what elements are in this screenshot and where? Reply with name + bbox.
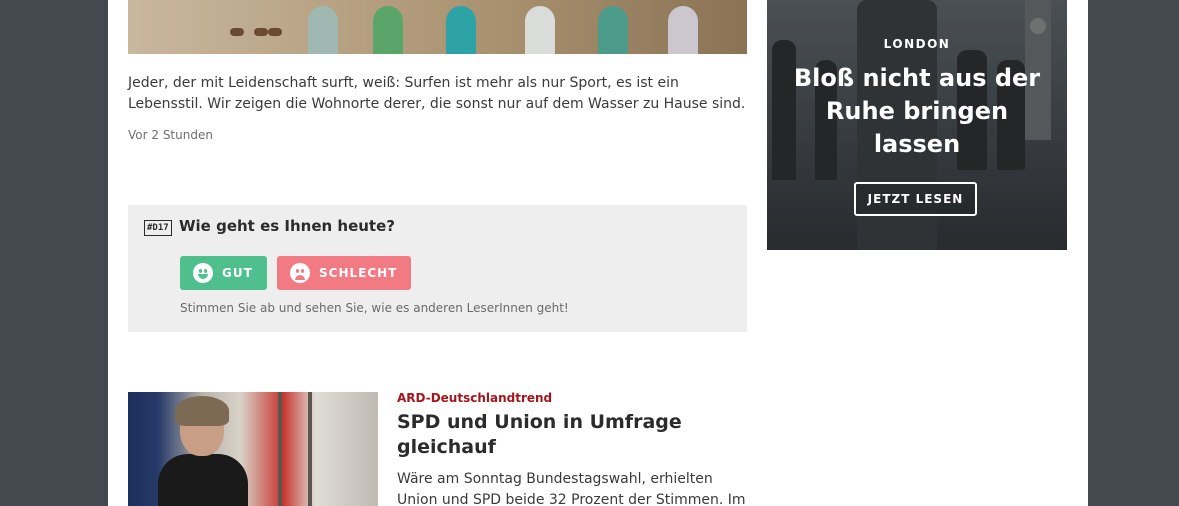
teaser-timestamp: Vor 2 Stunden xyxy=(128,128,213,142)
surfboard xyxy=(525,6,555,54)
poll-hint: Stimmen Sie ab und sehen Sie, wie es and… xyxy=(180,301,569,315)
foot-shape xyxy=(268,28,282,36)
article-headline[interactable]: SPD und Union in Umfrage gleichauf xyxy=(397,410,697,460)
person-silhouette xyxy=(158,454,248,506)
flag-pole xyxy=(278,392,282,506)
surfboards-image[interactable] xyxy=(128,0,747,54)
surfboard xyxy=(598,6,628,54)
vote-bad-button[interactable]: SCHLECHT xyxy=(277,256,411,290)
content-page: Jeder, der mit Leidenschaft surft, weiß:… xyxy=(108,0,1088,506)
vote-good-label: GUT xyxy=(222,266,253,280)
flag-pole xyxy=(308,392,312,506)
vote-good-button[interactable]: GUT xyxy=(180,256,267,290)
sad-face-icon xyxy=(290,263,310,283)
promo-location: LONDON xyxy=(883,37,951,51)
vote-bad-label: SCHLECHT xyxy=(319,266,398,280)
teaser-text: Jeder, der mit Leidenschaft surft, weiß:… xyxy=(128,75,746,112)
mood-poll: #D17 Wie geht es Ihnen heute? GUT SCHLEC… xyxy=(128,205,747,332)
surfboard xyxy=(668,6,698,54)
promo-teaser[interactable]: LONDON Bloß nicht aus der Ruhe bringen l… xyxy=(767,0,1067,250)
poll-tag: #D17 xyxy=(144,220,172,236)
article-image[interactable] xyxy=(128,392,378,506)
surfboard xyxy=(446,6,476,54)
smile-icon xyxy=(193,263,213,283)
surfboard xyxy=(308,6,338,54)
promo-title: Bloß nicht aus der Ruhe bringen lassen xyxy=(793,64,1041,158)
surfboard xyxy=(373,6,403,54)
article-kicker[interactable]: ARD-Deutschlandtrend xyxy=(397,391,552,405)
foot-shape xyxy=(230,28,244,36)
article-excerpt: Wäre am Sonntag Bundestagswahl, erhielte… xyxy=(397,471,746,506)
poll-question: Wie geht es Ihnen heute? xyxy=(179,217,395,235)
read-now-button[interactable]: JETZT LESEN xyxy=(854,182,977,216)
person-hair xyxy=(175,396,229,426)
foot-shape xyxy=(254,28,268,36)
